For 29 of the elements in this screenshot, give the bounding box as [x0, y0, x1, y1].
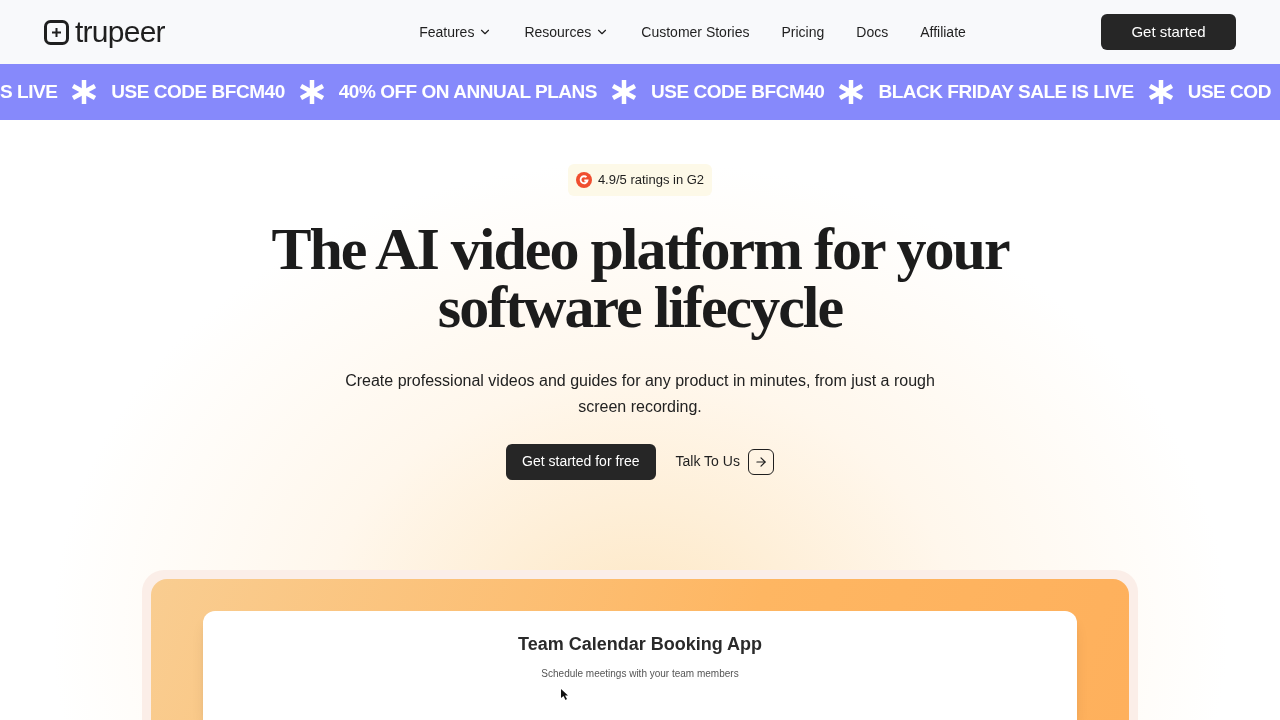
- nav-link[interactable]: Resources: [524, 21, 610, 43]
- cursor-icon: [561, 688, 569, 700]
- logo-icon: [44, 19, 69, 45]
- asterisk-icon: [71, 79, 98, 105]
- app-title: Team Calendar Booking App: [518, 632, 762, 656]
- promo-text: USE COD: [1187, 79, 1271, 104]
- asterisk-icon: [838, 79, 865, 105]
- logo-wordmark[interactable]: trupeer: [75, 17, 165, 47]
- nav-link[interactable]: Features: [419, 21, 493, 43]
- promo-text: USE CODE BFCM40: [651, 79, 825, 104]
- promo-text: USE CODE BFCM40: [111, 79, 285, 104]
- talk-to-us-link[interactable]: Talk To Us: [675, 448, 774, 475]
- asterisk-icon: [611, 79, 638, 105]
- rating-text: 4.9/5 ratings in G2: [597, 171, 705, 189]
- arrow-right-icon: [747, 448, 774, 475]
- nav-link[interactable]: Customer Stories: [641, 21, 750, 43]
- promo-text: 40% OFF ON ANNUAL PLANS: [338, 79, 598, 104]
- g2-logo-icon: [575, 171, 592, 188]
- promo-text: S LIVE: [0, 79, 58, 104]
- nav-link[interactable]: Pricing: [781, 21, 825, 43]
- asterisk-icon: [1147, 79, 1174, 105]
- hero-subtitle: Create professional videos and guides for any product in minutes, from just a rough screen recording.: [344, 370, 936, 417]
- get-started-button[interactable]: Get started: [1101, 14, 1236, 50]
- promo-text: BLACK FRIDAY SALE IS LIVE: [878, 79, 1134, 104]
- get-started-free-button[interactable]: Get started for free: [506, 443, 656, 480]
- asterisk-icon: [298, 79, 325, 105]
- nav-link[interactable]: Affiliate: [920, 21, 966, 43]
- nav-link[interactable]: Docs: [856, 21, 889, 43]
- app-subtitle: Schedule meetings with your team members: [541, 666, 739, 681]
